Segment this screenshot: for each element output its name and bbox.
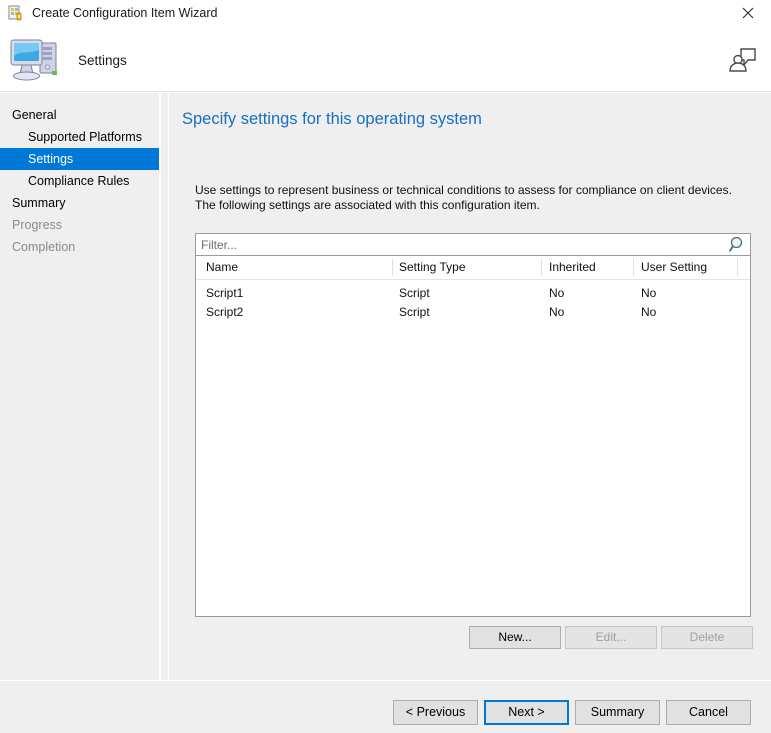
cell-inherited: No [549,286,565,300]
next-button[interactable]: Next > [484,700,569,725]
settings-action-buttons: New... Edit... Delete [169,626,771,650]
cell-setting-type: Script [399,305,430,319]
computer-icon [8,34,62,84]
sidebar-item-summary[interactable]: Summary [0,192,159,214]
new-button[interactable]: New... [469,626,561,649]
cell-inherited: No [549,305,565,319]
sidebar-item-supported-platforms[interactable]: Supported Platforms [0,126,159,148]
column-header-user-setting[interactable]: User Setting [641,256,707,279]
page-description: Use settings to represent business or te… [195,183,732,212]
page-title: Specify settings for this operating syst… [182,110,482,128]
wizard-content-area: Specify settings for this operating syst… [161,93,771,680]
column-separator[interactable] [541,259,542,276]
delete-button: Delete [661,626,753,649]
column-separator[interactable] [737,259,738,276]
search-icon[interactable] [729,236,746,253]
configuration-item-icon [8,5,24,21]
sidebar-item-label: Supported Platforms [28,130,142,144]
close-icon[interactable] [725,0,771,26]
filter-bar [195,233,751,256]
sidebar-item-general[interactable]: General [0,104,159,126]
cell-user-setting: No [641,305,657,319]
sidebar-item-label: Summary [12,196,66,210]
cell-name: Script2 [206,305,244,319]
column-header-setting-type[interactable]: Setting Type [399,256,466,279]
sidebar-item-label: Compliance Rules [28,174,130,188]
cell-setting-type: Script [399,286,430,300]
wizard-header: Settings [0,26,771,92]
table-row[interactable]: Script2 Script No No [196,303,750,322]
window-title: Create Configuration Item Wizard [32,6,218,20]
column-header-inherited[interactable]: Inherited [549,256,596,279]
title-bar: Create Configuration Item Wizard [0,0,771,26]
sidebar-item-label: Progress [12,218,63,232]
content-inner: Specify settings for this operating syst… [168,93,771,680]
sidebar-item-completion: Completion [0,236,159,258]
cell-user-setting: No [641,286,657,300]
sidebar-item-label: Settings [28,152,74,166]
summary-button[interactable]: Summary [575,700,660,725]
cell-name: Script1 [206,286,244,300]
sidebar-item-label: Completion [12,240,76,254]
help-person-icon[interactable] [727,46,757,74]
wizard-navigation-sidebar: General Supported Platforms Settings Com… [0,93,160,680]
header-title: Settings [78,53,127,68]
wizard-footer: < Previous Next > Summary Cancel [0,681,771,733]
cancel-button[interactable]: Cancel [666,700,751,725]
column-separator[interactable] [392,259,393,276]
sidebar-item-settings[interactable]: Settings [0,148,159,170]
settings-list-panel: Name Setting Type Inherited User Setting… [195,233,751,617]
edit-button: Edit... [565,626,657,649]
table-header-row: Name Setting Type Inherited User Setting [196,256,750,280]
sidebar-item-label: General [12,108,57,122]
sidebar-item-compliance-rules[interactable]: Compliance Rules [0,170,159,192]
table-row[interactable]: Script1 Script No No [196,284,750,303]
settings-list[interactable]: Name Setting Type Inherited User Setting… [195,256,751,617]
sidebar-item-progress: Progress [0,214,159,236]
previous-button[interactable]: < Previous [393,700,478,725]
column-separator[interactable] [633,259,634,276]
column-header-name[interactable]: Name [206,256,238,279]
filter-input[interactable] [201,234,711,255]
